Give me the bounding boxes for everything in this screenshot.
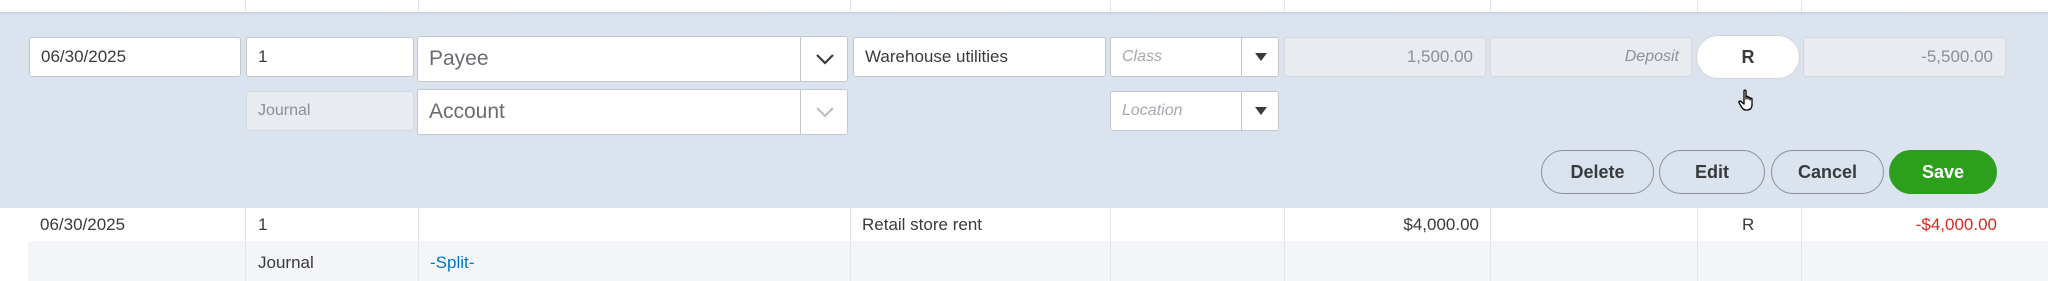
type-value: Journal <box>258 102 311 119</box>
account-field[interactable]: Account <box>417 89 848 135</box>
account-dropdown-button[interactable] <box>800 90 847 134</box>
ref-no-value: 1 <box>258 47 268 66</box>
row-ref-no: 1 <box>258 215 268 234</box>
row-balance: -$4,000.00 <box>1915 215 1997 234</box>
row-reconcile-status: R <box>1742 215 1755 234</box>
caret-down-icon <box>1254 53 1267 61</box>
row-line-2 <box>28 241 2048 281</box>
table-row[interactable]: 06/30/2025 1 Retail store rent $4,000.00… <box>0 208 2048 281</box>
balance-value: -5,500.00 <box>1921 47 1993 66</box>
chevron-down-icon <box>815 107 834 118</box>
save-button[interactable]: Save <box>1889 150 1997 194</box>
location-dropdown-button[interactable] <box>1241 92 1278 130</box>
date-field[interactable]: 06/30/2025 <box>29 37 241 77</box>
payee-field[interactable]: Payee <box>417 36 848 82</box>
memo-field[interactable]: Warehouse utilities <box>853 37 1106 77</box>
caret-down-icon <box>1254 107 1267 115</box>
class-field[interactable]: Class <box>1110 37 1279 77</box>
save-button-label: Save <box>1921 161 1965 182</box>
column-divider <box>1284 208 1285 281</box>
balance-field: -5,500.00 <box>1803 37 2006 77</box>
row-memo: Retail store rent <box>862 215 982 234</box>
type-field: Journal <box>246 91 414 131</box>
delete-button-label: Delete <box>1570 161 1625 182</box>
reconcile-status-toggle[interactable]: R <box>1696 35 1800 79</box>
delete-button[interactable]: Delete <box>1541 150 1654 194</box>
class-placeholder: Class <box>1122 48 1163 65</box>
location-field[interactable]: Location <box>1110 91 1279 131</box>
deposit-field[interactable]: Deposit <box>1490 37 1692 77</box>
row-account-split-link[interactable]: -Split- <box>430 253 474 273</box>
row-type: Journal <box>258 253 314 272</box>
payee-dropdown-button[interactable] <box>800 37 847 81</box>
row-date: 06/30/2025 <box>40 215 126 234</box>
location-placeholder: Location <box>1122 102 1183 119</box>
memo-value: Warehouse utilities <box>865 47 1008 66</box>
date-value: 06/30/2025 <box>41 47 127 66</box>
edit-button[interactable]: Edit <box>1659 150 1765 194</box>
account-placeholder: Account <box>429 100 505 123</box>
payment-field[interactable]: 1,500.00 <box>1284 37 1486 77</box>
column-divider <box>1490 208 1491 281</box>
column-divider <box>1801 208 1802 281</box>
edit-button-label: Edit <box>1695 161 1729 182</box>
cancel-button-label: Cancel <box>1797 161 1858 182</box>
column-divider <box>1697 208 1698 281</box>
ref-no-field[interactable]: 1 <box>246 37 414 77</box>
column-divider <box>1110 208 1111 281</box>
hand-cursor-icon <box>1738 89 1753 111</box>
column-divider <box>245 208 246 281</box>
column-divider <box>850 208 851 281</box>
chevron-down-icon <box>815 54 834 65</box>
column-divider <box>418 208 419 281</box>
cancel-button[interactable]: Cancel <box>1771 150 1884 194</box>
payee-placeholder: Payee <box>429 47 489 70</box>
payment-value: 1,500.00 <box>1406 47 1473 66</box>
transaction-edit-panel: 06/30/2025 1 Payee Warehouse utilities C… <box>0 15 2048 208</box>
deposit-placeholder: Deposit <box>1624 48 1679 65</box>
row-payment: $4,000.00 <box>1403 215 1479 234</box>
reconcile-status-value: R <box>1741 46 1755 67</box>
class-dropdown-button[interactable] <box>1241 38 1278 76</box>
